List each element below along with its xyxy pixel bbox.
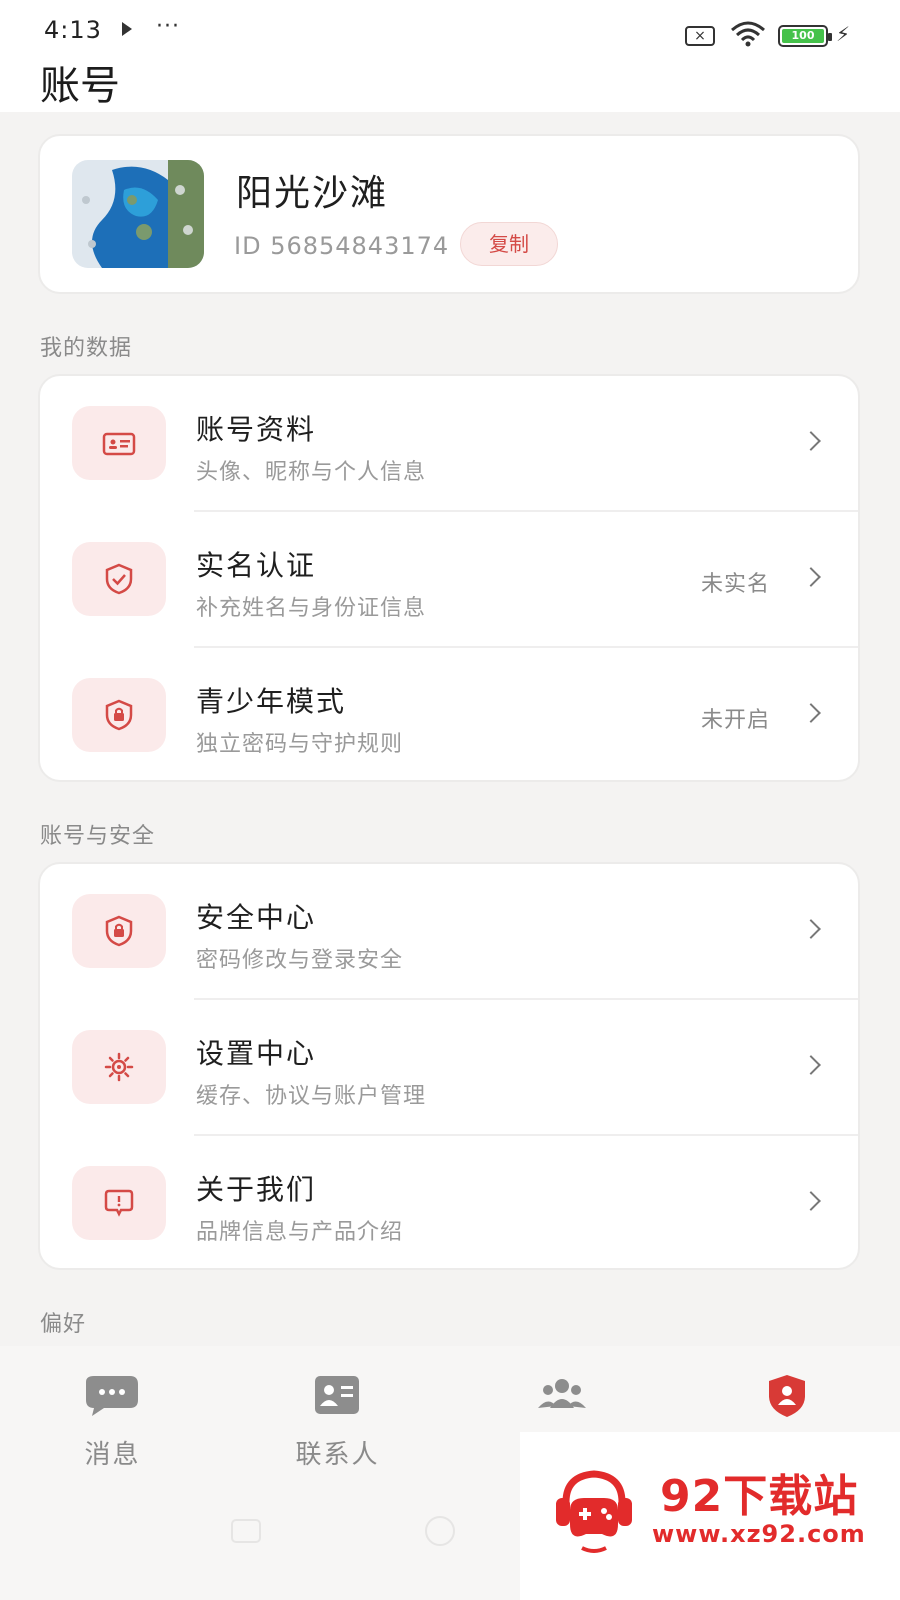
chevron-right-icon (801, 431, 821, 451)
menu-item-title: 青少年模式 (196, 685, 347, 718)
shield-lock-icon (72, 894, 166, 968)
shield-user-icon (769, 1375, 805, 1417)
menu-item-subtitle: 品牌信息与产品介绍 (196, 1220, 404, 1245)
battery-icon: 100 (778, 25, 832, 47)
watermark-title: 92下载站 (660, 1471, 859, 1522)
more-notifications-icon: ··· (156, 14, 180, 39)
avatar[interactable] (72, 160, 204, 268)
menu-item-account-profile[interactable]: 账号资料 头像、昵称与个人信息 (40, 376, 858, 512)
menu-item-security-center[interactable]: 安全中心 密码修改与登录安全 (40, 864, 858, 1000)
watermark-url: www.xz92.com (652, 1520, 866, 1548)
menu-item-subtitle: 独立密码与守护规则 (196, 732, 404, 757)
watermark-overlay: 92下载站 www.xz92.com (520, 1432, 900, 1600)
group-icon (538, 1379, 586, 1408)
chat-bubble-icon (86, 1376, 138, 1416)
page-title: 账号 (0, 60, 900, 112)
chevron-right-icon (801, 1191, 821, 1211)
media-play-icon (122, 22, 132, 36)
battery-level: 100 (782, 29, 824, 43)
menu-item-title: 设置中心 (196, 1037, 317, 1070)
section-label-my-data: 我的数据 (40, 336, 133, 361)
menu-item-status: 未实名 (700, 572, 770, 597)
section-label-account-security: 账号与安全 (40, 824, 156, 849)
shield-check-icon (72, 542, 166, 616)
copy-id-button[interactable]: 复制 (460, 222, 558, 266)
menu-item-teen-mode[interactable]: 青少年模式 独立密码与守护规则 未开启 (40, 648, 858, 784)
gear-icon (72, 1030, 166, 1104)
id-card-icon (72, 406, 166, 480)
menu-item-about-us[interactable]: 关于我们 品牌信息与产品介绍 (40, 1136, 858, 1272)
charging-icon: ⚡ (836, 22, 851, 46)
menu-item-subtitle: 密码修改与登录安全 (196, 948, 404, 973)
profile-card[interactable]: 阳光沙滩 ID 56854843174 复制 (38, 134, 860, 294)
security-card: 安全中心 密码修改与登录安全 设置中心 缓存、协议与账户管理 关于我们 品牌信息… (38, 862, 860, 1270)
no-sim-icon: × (685, 26, 715, 46)
tab-messages[interactable]: 消息 (0, 1346, 225, 1486)
tab-label: 消息 (84, 1440, 141, 1470)
menu-item-subtitle: 补充姓名与身份证信息 (196, 596, 427, 621)
info-bubble-icon (72, 1166, 166, 1240)
menu-item-subtitle: 头像、昵称与个人信息 (196, 460, 427, 485)
section-label-preferences: 偏好 (40, 1312, 87, 1337)
my-data-card: 账号资料 头像、昵称与个人信息 实名认证 补充姓名与身份证信息 未实名 青少年模… (38, 374, 860, 782)
status-bar: 4:13 ··· × 100 ⚡ (0, 0, 900, 68)
profile-name: 阳光沙滩 (236, 173, 389, 214)
contact-card-icon (315, 1376, 359, 1414)
wifi-icon (731, 21, 765, 47)
menu-item-title: 账号资料 (196, 413, 317, 446)
profile-id: ID 56854843174 (234, 232, 450, 260)
chevron-right-icon (801, 567, 821, 587)
chevron-right-icon (801, 1055, 821, 1075)
tab-contacts[interactable]: 联系人 (225, 1346, 450, 1486)
menu-item-title: 实名认证 (196, 549, 317, 582)
menu-item-title: 关于我们 (196, 1173, 317, 1206)
menu-item-status: 未开启 (700, 708, 770, 733)
menu-item-real-name[interactable]: 实名认证 补充姓名与身份证信息 未实名 (40, 512, 858, 648)
beach-resort-avatar-image (72, 160, 204, 268)
chevron-right-icon (801, 919, 821, 939)
menu-item-subtitle: 缓存、协议与账户管理 (196, 1084, 427, 1109)
tab-label: 联系人 (295, 1440, 380, 1470)
shield-lock-icon (72, 678, 166, 752)
menu-item-title: 安全中心 (196, 901, 317, 934)
menu-item-settings-center[interactable]: 设置中心 缓存、协议与账户管理 (40, 1000, 858, 1136)
chevron-right-icon (801, 703, 821, 723)
status-time: 4:13 (44, 16, 102, 44)
game-controller-logo (556, 1470, 632, 1553)
